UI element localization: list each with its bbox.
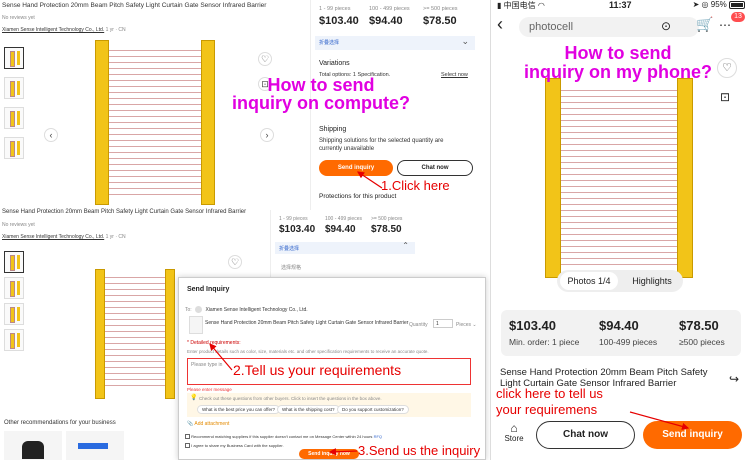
annotation-arrows bbox=[209, 171, 690, 456]
arrow-mobile bbox=[629, 411, 690, 430]
arrow-step1 bbox=[357, 171, 383, 189]
arrow-step2 bbox=[209, 343, 233, 371]
arrow-step3 bbox=[328, 448, 358, 456]
